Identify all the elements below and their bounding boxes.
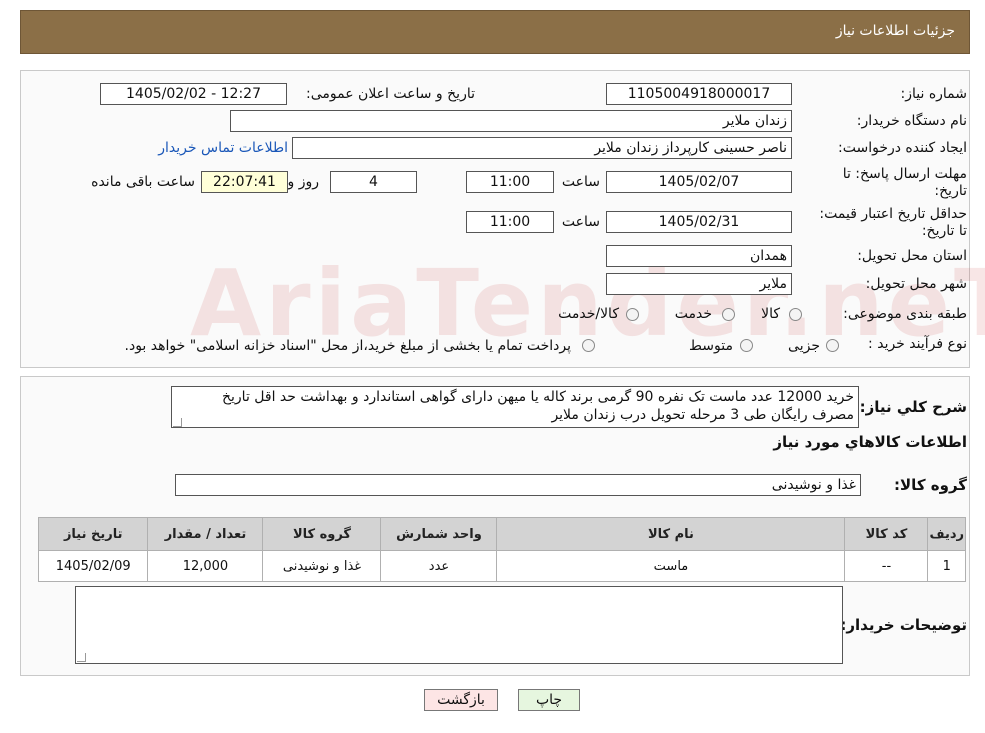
- province-label: استان محل تحویل:: [857, 248, 967, 264]
- announce-datetime-field[interactable]: 1405/02/02 - 12:27: [100, 83, 287, 105]
- cell-quantity: 12,000: [147, 550, 264, 582]
- col-row: ردیف: [927, 517, 966, 551]
- buyer-notes-label: توضیحات خریدار:: [840, 616, 967, 634]
- remaining-time-field: 22:07:41: [201, 171, 288, 193]
- category-goods-service-label: کالا/خدمت: [558, 306, 619, 322]
- category-goods-label: کالا: [761, 306, 780, 322]
- reply-deadline-time[interactable]: 11:00: [466, 171, 554, 193]
- table-row: 1 -- ماست عدد غذا و نوشیدنی 12,000 1405/…: [37, 550, 966, 582]
- col-code: کد کالا: [844, 517, 929, 551]
- print-button[interactable]: چاپ: [518, 689, 580, 711]
- col-unit: واحد شمارش: [380, 517, 498, 551]
- remaining-time-label: ساعت باقی مانده: [91, 174, 195, 190]
- cell-row: 1: [927, 550, 966, 582]
- category-goods-radio[interactable]: [789, 308, 802, 321]
- purchase-treasury-note: پرداخت تمام یا بخشی از مبلغ خرید،از محل …: [124, 338, 571, 354]
- buyer-notes-textarea[interactable]: [75, 586, 843, 664]
- reply-days-field[interactable]: 4: [330, 171, 417, 193]
- city-label: شهر محل تحویل:: [865, 276, 967, 292]
- buyer-contact-link[interactable]: اطلاعات تماس خریدار: [158, 140, 288, 156]
- cell-code: --: [844, 550, 929, 582]
- items-section-title: اطلاعات کالاهاي مورد نياز: [773, 433, 967, 451]
- purchase-type-label: نوع فرآیند خرید :: [868, 336, 967, 352]
- category-service-label: خدمت: [674, 306, 712, 322]
- buyer-org-label: نام دستگاه خریدار:: [856, 113, 967, 129]
- col-date: تاریخ نیاز: [37, 517, 149, 551]
- col-quantity: تعداد / مقدار: [147, 517, 264, 551]
- items-table-header: ردیف کد کالا نام کالا واحد شمارش گروه کا…: [37, 517, 966, 551]
- requester-label: ایجاد کننده درخواست:: [838, 140, 967, 156]
- purchase-treasury-radio[interactable]: [582, 339, 595, 352]
- need-number-field[interactable]: 1105004918000017: [606, 83, 792, 105]
- announce-datetime-label: تاریخ و ساعت اعلان عمومی:: [306, 86, 475, 102]
- summary-resize-handle[interactable]: [173, 418, 182, 427]
- buyer-org-field[interactable]: زندان ملایر: [230, 110, 792, 132]
- reply-time-label: ساعت: [561, 174, 600, 190]
- col-group: گروه کالا: [262, 517, 382, 551]
- price-validity-label: حداقل تاریخ اعتبار قیمت: تا تاریخ:: [819, 206, 967, 239]
- summary-textarea[interactable]: خرید 12000 عدد ماست تک نفره 90 گرمی برند…: [171, 386, 859, 428]
- category-goods-service-radio[interactable]: [626, 308, 639, 321]
- purchase-minor-label: جزیی: [788, 338, 820, 354]
- purchase-medium-radio[interactable]: [740, 339, 753, 352]
- cell-group: غذا و نوشیدنی: [262, 550, 382, 582]
- back-button[interactable]: بازگشت: [424, 689, 498, 711]
- category-service-radio[interactable]: [722, 308, 735, 321]
- reply-deadline-label: مهلت ارسال پاسخ: تا تاریخ:: [842, 166, 967, 199]
- reply-days-label: روز و: [287, 174, 320, 190]
- summary-label: شرح کلي نياز:: [859, 398, 967, 416]
- purchase-medium-label: متوسط: [689, 338, 733, 354]
- goods-group-label: گروه کالا:: [894, 476, 967, 494]
- cell-name: ماست: [496, 550, 846, 582]
- city-field[interactable]: ملایر: [606, 273, 792, 295]
- purchase-minor-radio[interactable]: [826, 339, 839, 352]
- buyer-notes-resize-handle[interactable]: [77, 653, 86, 662]
- cell-date: 1405/02/09: [37, 550, 149, 582]
- need-number-label: شماره نیاز:: [900, 86, 968, 102]
- page-header: جزئیات اطلاعات نیاز: [20, 10, 970, 54]
- price-validity-time[interactable]: 11:00: [466, 211, 554, 233]
- cell-unit: عدد: [380, 550, 498, 582]
- items-table: ردیف کد کالا نام کالا واحد شمارش گروه کا…: [37, 517, 966, 582]
- reply-deadline-date[interactable]: 1405/02/07: [606, 171, 792, 193]
- col-name: نام کالا: [496, 517, 846, 551]
- category-label: طبقه بندی موضوعی:: [843, 306, 967, 322]
- requester-field[interactable]: ناصر حسینی کارپرداز زندان ملایر: [292, 137, 792, 159]
- goods-group-field[interactable]: غذا و نوشیدنی: [175, 474, 861, 496]
- page-title: جزئیات اطلاعات نیاز: [835, 23, 955, 39]
- province-field[interactable]: همدان: [606, 245, 792, 267]
- price-validity-date[interactable]: 1405/02/31: [606, 211, 792, 233]
- price-time-label: ساعت: [561, 214, 600, 230]
